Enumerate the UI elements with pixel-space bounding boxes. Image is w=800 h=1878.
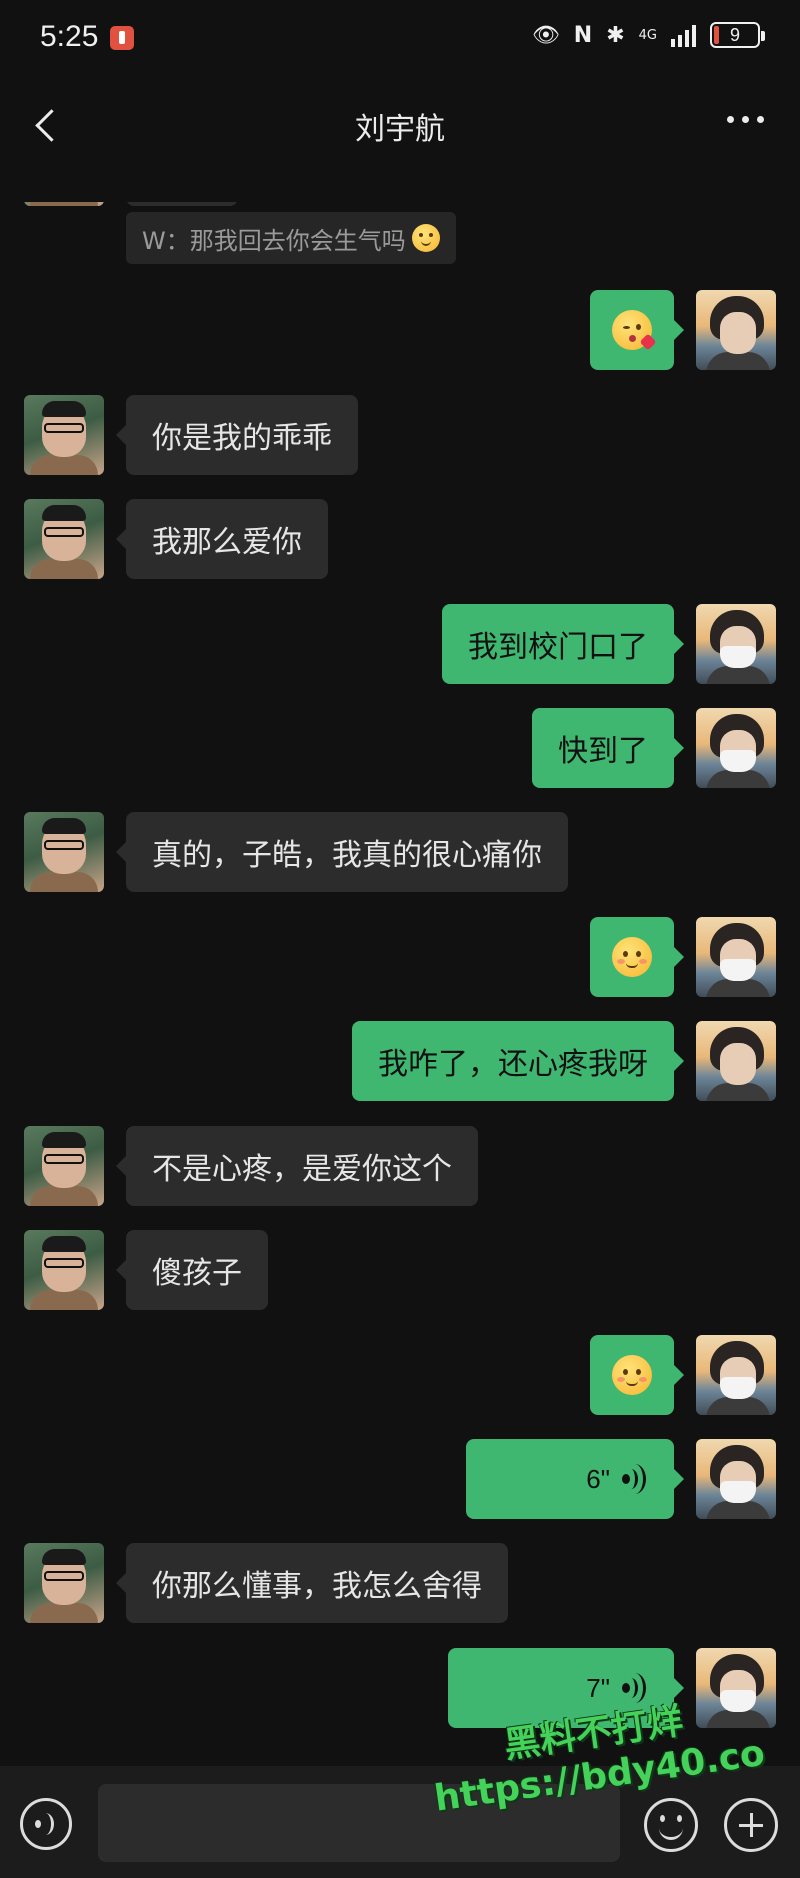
smiling-face-icon bbox=[612, 937, 652, 977]
message-text: 我那么爱你 bbox=[152, 525, 302, 560]
my-avatar[interactable] bbox=[696, 604, 776, 684]
nfc-icon: N bbox=[573, 22, 593, 48]
message-text: 你是我的乖乖 bbox=[152, 421, 332, 456]
battery-icon: 9 bbox=[710, 22, 765, 48]
voice-duration: 7" bbox=[586, 1672, 610, 1703]
my-avatar[interactable] bbox=[696, 290, 776, 370]
voice-message-me[interactable]: 6" bbox=[466, 1439, 776, 1519]
message-bubble[interactable]: 真的，子皓，我真的很心痛你 bbox=[116, 812, 568, 892]
message-bubble[interactable]: 我到校门口了 bbox=[442, 604, 684, 684]
my-avatar[interactable] bbox=[696, 1439, 776, 1519]
message-text: 你那么懂事，我怎么舍得 bbox=[152, 1569, 482, 1604]
chat-title: 刘宇航 bbox=[355, 112, 445, 147]
message-other[interactable]: 你是我的乖乖 bbox=[24, 395, 358, 475]
message-bubble[interactable] bbox=[590, 290, 684, 370]
message-me[interactable] bbox=[590, 917, 776, 997]
more-dot-icon bbox=[742, 116, 749, 123]
message-other[interactable]: 你那么懂事，我怎么舍得 bbox=[24, 1543, 508, 1623]
my-avatar[interactable] bbox=[696, 917, 776, 997]
message-me[interactable]: 我咋了，还心疼我呀 bbox=[352, 1021, 776, 1101]
voice-duration: 6" bbox=[586, 1463, 610, 1494]
contact-avatar[interactable] bbox=[24, 1230, 104, 1310]
input-bar bbox=[0, 1766, 800, 1878]
message-other[interactable]: 傻孩子 bbox=[24, 1230, 268, 1310]
status-icons: 👁 N ✱ 4G 9 bbox=[531, 22, 765, 48]
my-avatar[interactable] bbox=[696, 1021, 776, 1101]
message-text: 我到校门口了 bbox=[468, 630, 648, 665]
contact-avatar[interactable] bbox=[24, 499, 104, 579]
message-text: 真的，子皓，我真的很心痛你 bbox=[152, 838, 542, 873]
message-input[interactable] bbox=[98, 1784, 620, 1862]
message-text: 快到了 bbox=[558, 734, 648, 769]
face-blowing-kiss-icon bbox=[612, 310, 657, 351]
message-text: 傻孩子 bbox=[152, 1256, 242, 1291]
message-bubble[interactable]: 你那么懂事，我怎么舍得 bbox=[116, 1543, 508, 1623]
voice-bubble[interactable]: 6" bbox=[466, 1439, 684, 1519]
message-text: 我咋了，还心疼我呀 bbox=[378, 1047, 648, 1082]
message-bubble[interactable]: 傻孩子 bbox=[116, 1230, 268, 1310]
network-type-label: 4G bbox=[638, 27, 657, 43]
contact-avatar[interactable] bbox=[24, 1126, 104, 1206]
smiling-face-icon bbox=[612, 1355, 652, 1395]
quoted-text: W：那我回去你会生气吗 bbox=[142, 226, 406, 255]
more-dot-icon bbox=[727, 116, 734, 123]
message-me[interactable] bbox=[590, 1335, 776, 1415]
more-dot-icon bbox=[757, 116, 764, 123]
voice-message-me[interactable]: 7" bbox=[448, 1648, 776, 1728]
quoted-message[interactable]: W：那我回去你会生气吗 bbox=[126, 212, 456, 264]
message-bubble[interactable] bbox=[590, 917, 684, 997]
voice-wave-icon bbox=[622, 1673, 648, 1703]
voice-bubble[interactable]: 7" bbox=[448, 1648, 684, 1728]
message-me[interactable]: 我到校门口了 bbox=[442, 604, 776, 684]
message-me[interactable]: 快到了 bbox=[532, 708, 776, 788]
contact-avatar[interactable] bbox=[24, 395, 104, 475]
message-bubble[interactable]: 你是我的乖乖 bbox=[116, 395, 358, 475]
chat-header: 刘宇航 bbox=[0, 92, 800, 162]
bluetooth-icon: ✱ bbox=[606, 22, 625, 48]
smiling-face-icon bbox=[411, 224, 440, 252]
message-bubble[interactable]: 不是心疼，是爱你这个 bbox=[116, 1126, 478, 1206]
recording-indicator-icon bbox=[110, 26, 134, 50]
message-bubble[interactable]: 我咋了，还心疼我呀 bbox=[352, 1021, 684, 1101]
emoji-button[interactable] bbox=[644, 1798, 698, 1852]
message-other[interactable]: 我那么爱你 bbox=[24, 499, 328, 579]
contact-avatar[interactable] bbox=[24, 1543, 104, 1623]
message-bubble[interactable]: 我那么爱你 bbox=[116, 499, 328, 579]
my-avatar[interactable] bbox=[696, 1335, 776, 1415]
message-other[interactable]: 不是心疼，是爱你这个 bbox=[24, 1126, 478, 1206]
my-avatar[interactable] bbox=[696, 1648, 776, 1728]
header-mask bbox=[0, 162, 800, 202]
voice-input-toggle-button[interactable] bbox=[20, 1798, 72, 1850]
message-text: 不是心疼，是爱你这个 bbox=[152, 1152, 452, 1187]
status-bar: 5:25 👁 N ✱ 4G 9 bbox=[0, 0, 800, 80]
status-time: 5:25 bbox=[40, 20, 99, 53]
battery-level: 9 bbox=[729, 24, 740, 45]
contact-avatar[interactable] bbox=[24, 812, 104, 892]
message-other[interactable]: 真的，子皓，我真的很心痛你 bbox=[24, 812, 568, 892]
more-options-button[interactable] bbox=[727, 116, 764, 123]
eye-icon: 👁 bbox=[531, 22, 560, 48]
message-bubble[interactable]: 快到了 bbox=[532, 708, 684, 788]
voice-wave-icon bbox=[622, 1464, 648, 1494]
more-actions-plus-button[interactable] bbox=[724, 1798, 778, 1852]
message-bubble[interactable] bbox=[590, 1335, 684, 1415]
signal-strength-icon bbox=[671, 23, 696, 47]
message-me[interactable] bbox=[590, 290, 776, 370]
my-avatar[interactable] bbox=[696, 708, 776, 788]
